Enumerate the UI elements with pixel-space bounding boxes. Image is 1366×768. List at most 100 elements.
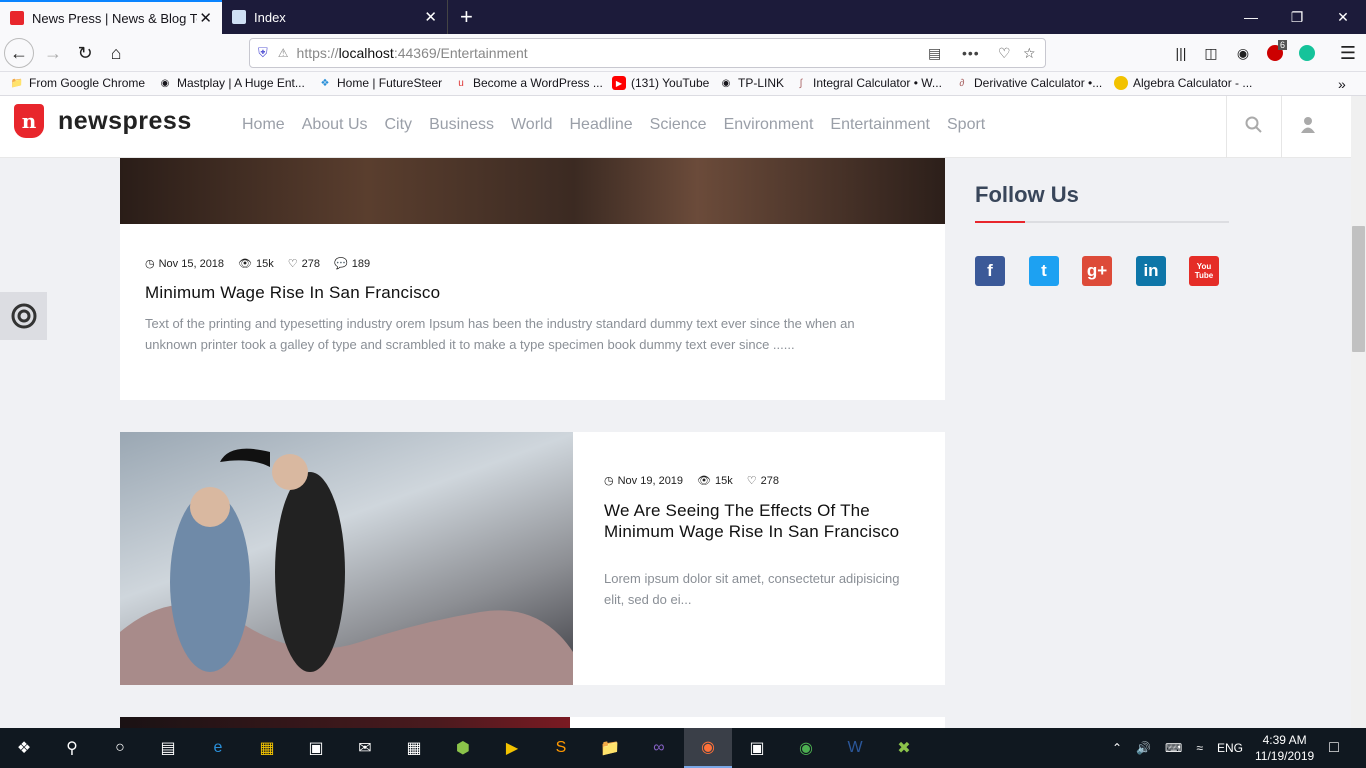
volume-icon[interactable]: 🔊 (1136, 741, 1151, 755)
tab-newspress[interactable]: News Press | News & Blog Temp ✕ (0, 0, 222, 34)
wifi-icon[interactable]: ≈ (1196, 741, 1203, 755)
shield-icon[interactable]: ⛨ (258, 45, 268, 61)
close-tab-icon[interactable]: ✕ (424, 8, 437, 26)
linkedin-icon[interactable]: in (1136, 256, 1166, 286)
post-title[interactable]: Minimum Wage Rise In San Francisco (145, 283, 440, 303)
notification-icon[interactable]: □ (1314, 728, 1354, 768)
bookmark-star-icon[interactable]: ☆ (1023, 45, 1036, 62)
search-icon[interactable]: ⚲ (48, 728, 96, 768)
header-divider (1281, 96, 1282, 158)
post-title[interactable]: We Are Seeing The Effects Of The Minimum… (604, 500, 904, 542)
menu-item-world[interactable]: World (511, 116, 553, 134)
bookmark-item[interactable]: u Become a WordPress ... (454, 76, 603, 90)
clock-icon: ◷ (145, 258, 155, 270)
media-player-icon[interactable]: ▶ (488, 728, 536, 768)
sidebar-icon[interactable]: ◫ (1196, 38, 1226, 68)
post-image[interactable] (120, 158, 945, 224)
site-logo[interactable]: n newspress (14, 104, 192, 138)
algebra-icon (1114, 76, 1128, 90)
menu-item-home[interactable]: Home (242, 116, 285, 134)
account-icon[interactable]: ◉ (1228, 38, 1258, 68)
app-tool-icon[interactable]: ✖ (880, 728, 928, 768)
eye-icon: 👁 (697, 475, 712, 487)
remote-desktop-icon[interactable]: ▣ (733, 728, 781, 768)
firefox-icon[interactable]: ◉ (684, 728, 732, 768)
bookmarks-overflow-icon[interactable]: » (1338, 76, 1346, 92)
menu-item-sport[interactable]: Sport (947, 116, 985, 134)
logo-mark: n (14, 104, 44, 138)
menu-item-environment[interactable]: Environment (724, 116, 814, 134)
google-plus-icon[interactable]: g+ (1082, 256, 1112, 286)
reload-icon[interactable]: ↻ (70, 38, 100, 68)
minimize-icon[interactable]: — (1228, 0, 1274, 34)
new-tab-button[interactable]: + (450, 0, 480, 34)
back-icon[interactable]: ← (4, 38, 34, 68)
reader-view-icon[interactable]: ▤ (928, 45, 941, 62)
bookmark-item[interactable]: ◉ Mastplay | A Huge Ent... (158, 76, 305, 90)
clock-icon: ◷ (604, 475, 614, 487)
scrollbar-thumb[interactable] (1352, 226, 1365, 352)
visual-studio-icon[interactable]: ∞ (635, 728, 683, 768)
youtube-icon[interactable]: You Tube (1189, 256, 1219, 286)
bookmark-item[interactable]: ∫ Integral Calculator • W... (794, 76, 942, 90)
word-icon[interactable]: W (831, 728, 879, 768)
menu-item-business[interactable]: Business (429, 116, 494, 134)
globe-icon: ◉ (721, 77, 731, 89)
tab-title: News Press | News & Blog Temp (32, 10, 197, 26)
restore-icon[interactable]: ❐ (1274, 0, 1320, 34)
page-scrollbar[interactable] (1351, 96, 1366, 728)
bookmark-item[interactable]: ◉ TP-LINK (719, 76, 784, 90)
store-icon[interactable]: ▦ (243, 728, 291, 768)
cortana-icon[interactable]: ○ (96, 728, 144, 768)
tab-index[interactable]: Index ✕ (222, 0, 448, 34)
library-icon[interactable]: ||| (1166, 38, 1196, 68)
menu-item-headline[interactable]: Headline (569, 116, 632, 134)
menu-item-entertainment[interactable]: Entertainment (830, 116, 930, 134)
taskbar: ❖ ⚲ ○ ▤ e ▦ ▣ ✉ ▦ ⬢ ▶ S 📁 ∞ ◉ ▣ ◉ W ✖ ⌃ … (0, 728, 1366, 768)
task-view-icon[interactable]: ▤ (144, 728, 192, 768)
follow-us-title: Follow Us (975, 182, 1079, 207)
close-tab-icon[interactable]: ✕ (199, 9, 212, 27)
edge-icon[interactable]: e (194, 728, 242, 768)
post-date: Nov 19, 2019 (617, 474, 684, 487)
search-icon[interactable] (1245, 116, 1263, 139)
menu-item-city[interactable]: City (385, 116, 413, 134)
control-panel-icon[interactable]: ▣ (292, 728, 340, 768)
adblock-extension-icon[interactable]: 6 (1260, 38, 1290, 68)
more-actions-icon[interactable]: ••• (962, 45, 980, 61)
bookmark-item[interactable]: Algebra Calculator - ... (1114, 76, 1252, 90)
bookmark-item[interactable]: ❖ Home | FutureSteer (318, 76, 443, 90)
language-indicator[interactable]: ENG (1217, 741, 1243, 755)
close-window-icon[interactable]: ✕ (1320, 0, 1366, 34)
clock[interactable]: 4:39 AM 11/19/2019 (1255, 732, 1314, 764)
post-image[interactable] (120, 432, 573, 685)
facebook-icon[interactable]: f (975, 256, 1005, 286)
file-explorer-icon[interactable]: 📁 (586, 728, 634, 768)
home-icon[interactable]: ⌂ (101, 38, 131, 68)
bookmark-item[interactable]: ∂ Derivative Calculator •... (955, 76, 1103, 90)
support-lifebuoy-button[interactable] (0, 292, 47, 340)
chevron-up-icon[interactable]: ⌃ (1112, 741, 1122, 755)
post-image[interactable] (120, 717, 570, 728)
menu-item-about[interactable]: About Us (302, 116, 368, 134)
bookmark-item[interactable]: 📁 From Google Chrome (10, 76, 145, 90)
post-excerpt: Lorem ipsum dolor sit amet, consectetur … (604, 571, 900, 607)
hamburger-menu-icon[interactable]: ☰ (1333, 38, 1363, 68)
mail-icon[interactable]: ✉ (341, 728, 389, 768)
keyboard-icon[interactable]: ⌨ (1165, 741, 1182, 755)
bookmark-item[interactable]: ▶ (131) YouTube (612, 76, 709, 90)
forward-icon[interactable]: → (38, 38, 68, 68)
address-bar[interactable]: ⛨ ⚠ https:// localhost :44369/Entertainm… (249, 38, 1046, 68)
site-header: n newspress Home About Us City Business … (0, 96, 1351, 158)
grammarly-icon[interactable] (1292, 38, 1322, 68)
sublime-text-icon[interactable]: S (537, 728, 585, 768)
menu-item-science[interactable]: Science (650, 116, 707, 134)
pocket-icon[interactable]: ♡ (998, 45, 1011, 62)
twitter-icon[interactable]: t (1029, 256, 1059, 286)
app-cube-icon[interactable]: ⬢ (439, 728, 487, 768)
user-icon[interactable] (1301, 116, 1315, 139)
windows-start-icon[interactable]: ❖ (0, 728, 48, 768)
calculator-icon[interactable]: ▦ (390, 728, 438, 768)
lock-warning-icon[interactable]: ⚠ (278, 46, 289, 60)
chrome-icon[interactable]: ◉ (782, 728, 830, 768)
